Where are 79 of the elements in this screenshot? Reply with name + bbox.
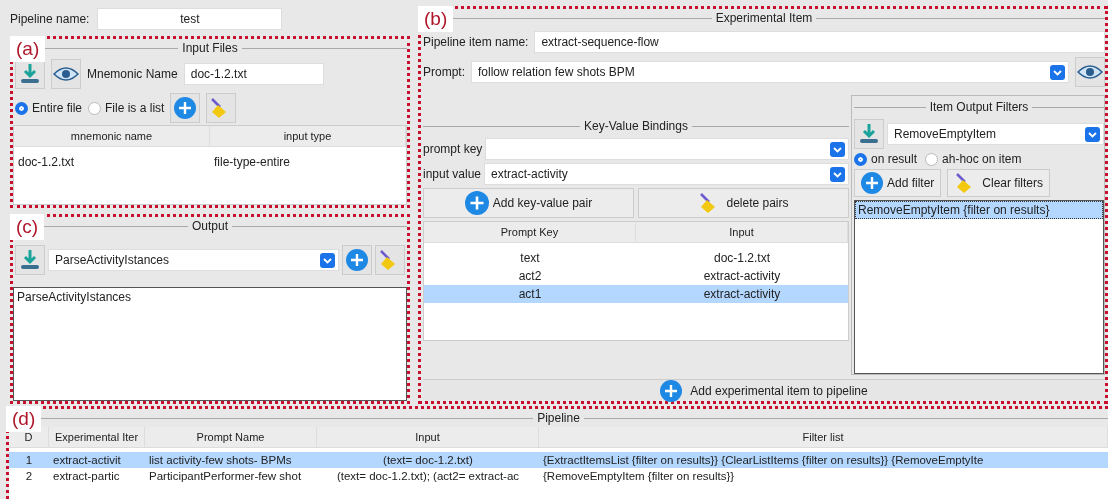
field-label: input value (423, 167, 482, 181)
section-title: Item Output Filters (929, 100, 1029, 114)
field-label: Pipeline item name: (423, 35, 529, 49)
table-cell-text: doc-1.2.txt (17, 154, 76, 171)
field-label: Mnemonic Name (87, 67, 178, 81)
plus-icon (346, 249, 368, 271)
download-icon (18, 62, 42, 86)
download-icon (18, 248, 42, 272)
field-label: Pipeline name: (10, 12, 90, 26)
input-value-dropdown[interactable]: extract-activity (484, 163, 849, 185)
plus-icon (464, 191, 489, 215)
table-cell-text: ParticipantPerformer-few shot (148, 469, 303, 484)
add-pair-button[interactable]: Add key-value pair (423, 188, 634, 218)
table-cell-text: {ExtractItemsList {filter on results}} {ClearListItems {filter on results}} {RemoveEmptyIte (542, 453, 985, 468)
pipeline-name-field[interactable]: test (97, 8, 283, 30)
add-button[interactable] (342, 245, 372, 275)
field-label: Prompt: (423, 65, 465, 79)
plus-icon (861, 172, 883, 194)
annotation-label: (a) (10, 36, 46, 62)
section-title: Output (192, 219, 228, 233)
add-item-button[interactable]: Add experimental item to pipeline (423, 379, 1105, 401)
download-button[interactable] (854, 119, 884, 149)
clear-button[interactable] (375, 245, 405, 275)
table-cell-text: act1 (517, 286, 543, 303)
column-header: Input (636, 222, 848, 242)
item-name-field[interactable]: extract-sequence-flow (534, 31, 1105, 53)
delete-pairs-button[interactable]: delete pairs (638, 188, 849, 218)
download-icon (857, 122, 881, 146)
view-button[interactable] (1075, 57, 1105, 87)
table-cell-text: text (519, 250, 541, 267)
annotation-label: (c) (10, 214, 45, 240)
add-filter-button[interactable]: Add filter (854, 169, 942, 197)
table-cell-text: {RemoveEmptyItem {filter on results}} (542, 469, 736, 484)
table-cell-text: extract-activity (702, 286, 782, 303)
eye-icon (53, 66, 79, 82)
plus-icon (660, 379, 683, 402)
table-cell-text: (text= doc-1.2.txt) (382, 453, 474, 468)
table-cell-text: 2 (24, 469, 34, 484)
table-cell-text: 1 (24, 453, 34, 468)
mnemonic-name-field[interactable]: doc-1.2.txt (183, 63, 324, 85)
radio-option[interactable]: ah-hoc on item (925, 152, 1022, 166)
prompt-dropdown[interactable]: follow relation few shots BPM (471, 61, 1069, 83)
section-title: Key-Value Bindings (584, 119, 688, 133)
column-header: Experimental Iter (49, 427, 145, 447)
section-title: Pipeline (537, 411, 580, 425)
output-parser-dropdown[interactable]: ParseActivityIstances (48, 249, 339, 271)
column-header: input type (210, 126, 406, 146)
radio-option[interactable]: on result (854, 152, 918, 166)
field-label: prompt key (423, 142, 483, 156)
column-header: Prompt Key (424, 222, 636, 242)
add-button[interactable] (170, 93, 201, 123)
column-header: mnemonic name (14, 126, 210, 146)
table-cell-text: (text= doc-1.2.txt); (act2= extract-ac (335, 469, 521, 484)
table-cell-text: extract-activity (702, 268, 782, 285)
download-button[interactable] (15, 245, 45, 275)
filter-dropdown[interactable]: RemoveEmptyItem (887, 123, 1104, 145)
table-cell-text: doc-1.2.txt (713, 250, 771, 267)
radio-option[interactable]: Entire file (15, 101, 83, 115)
annotation-label: (b) (418, 6, 454, 32)
section-title: Input Files (182, 41, 238, 55)
table-cell-text: act2 (517, 268, 543, 285)
clear-button[interactable] (206, 93, 237, 123)
annotation-label: (d) (6, 406, 42, 432)
view-button[interactable] (51, 59, 81, 89)
list-item[interactable]: RemoveEmptyItem {filter on results} (855, 201, 1103, 219)
list-item[interactable]: ParseActivityIstances (14, 288, 406, 306)
prompt-key-dropdown[interactable] (485, 138, 849, 160)
radio-option[interactable]: File is a list (88, 101, 165, 115)
column-header: Prompt Name (145, 427, 317, 447)
table-cell-text: file-type-entire (213, 154, 292, 171)
section-title: Experimental Item (715, 11, 813, 25)
column-header: Filter list (539, 427, 1108, 447)
table-cell-text: extract-activit (52, 453, 122, 468)
eye-icon (1077, 64, 1103, 80)
table-cell-text: list activity-few shots- BPMs (148, 453, 293, 468)
column-header: Input (317, 427, 539, 447)
table-cell-text: extract-partic (52, 469, 121, 484)
clear-filters-button[interactable]: Clear filters (947, 169, 1051, 197)
plus-icon (174, 97, 197, 119)
